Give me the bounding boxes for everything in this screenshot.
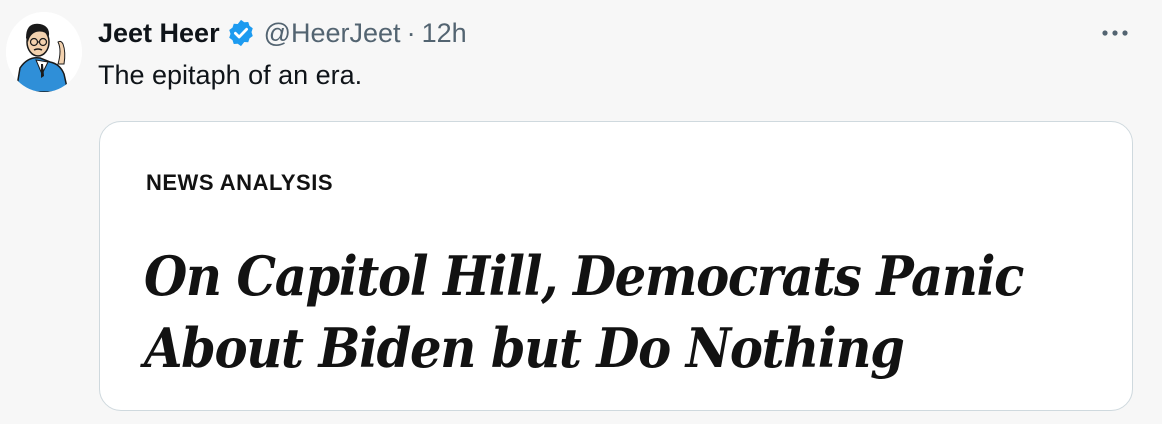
verified-badge-icon[interactable] [226,18,256,48]
more-dots-icon[interactable] [1098,16,1132,50]
tweet[interactable]: Jeet Heer @HeerJeet · 12h The epitaph of… [0,0,1162,424]
header-separator: · [406,17,416,48]
tweet-header: Jeet Heer @HeerJeet · 12h [98,14,467,52]
article-kicker: NEWS ANALYSIS [146,170,334,195]
tweet-timestamp[interactable]: 12h [422,18,467,49]
author-display-name[interactable]: Jeet Heer [98,18,220,49]
media-image[interactable]: NEWS ANALYSIS On Capitol Hill, Democrats… [99,121,1133,411]
avatar[interactable] [6,12,82,92]
avatar-illustration-icon [6,12,82,92]
headline-line-1: On Capitol Hill, Democrats Panic [144,244,1024,308]
tweet-text: The epitaph of an era. [98,60,363,90]
article-headline: On Capitol Hill, Democrats Panic About B… [144,240,1027,384]
author-handle[interactable]: @HeerJeet [264,18,401,49]
headline-line-2: About Biden but Do Nothing [144,316,905,380]
